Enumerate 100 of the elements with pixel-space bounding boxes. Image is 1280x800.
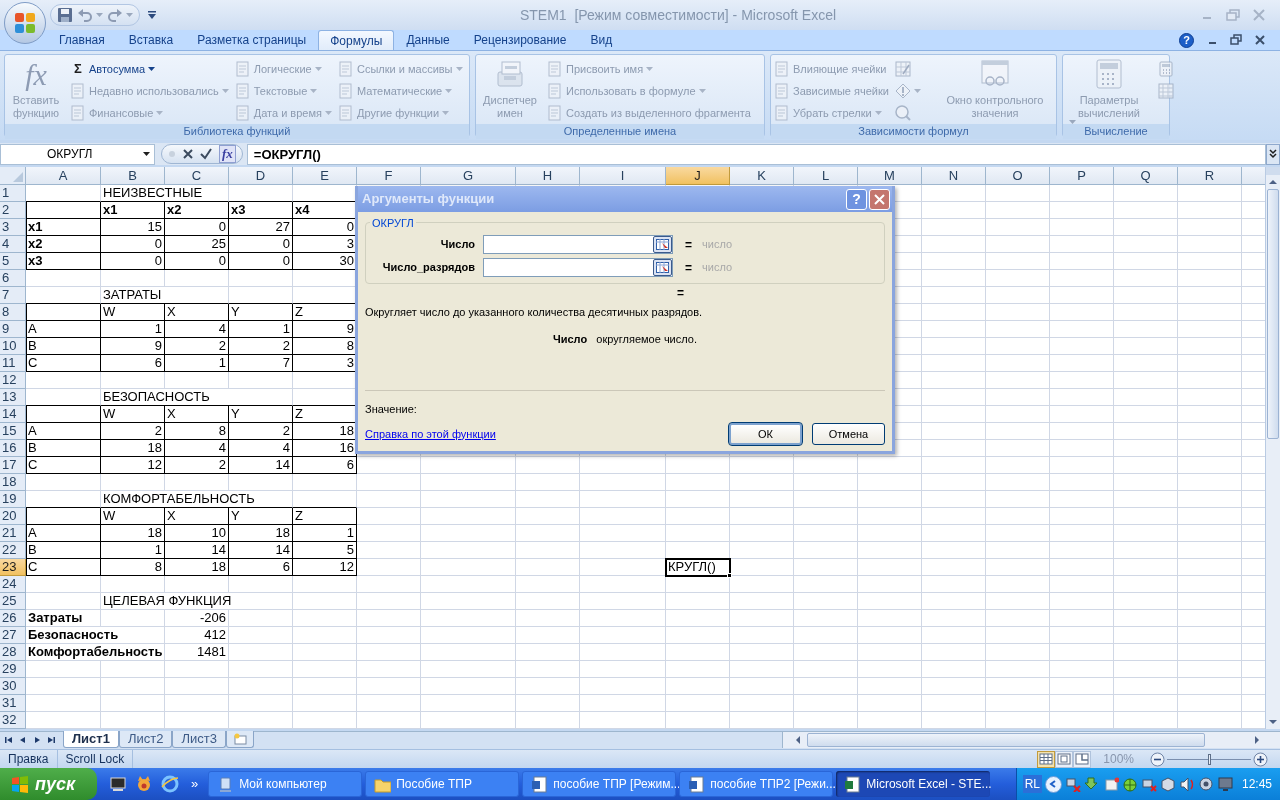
ribbon-tab[interactable]: Рецензирование (461, 30, 579, 50)
column-header[interactable]: G (421, 167, 516, 185)
row-header[interactable]: 4 (0, 236, 26, 253)
speaker-icon[interactable] (1178, 776, 1195, 792)
ribbon-tab[interactable]: Разметка страницы (185, 30, 319, 50)
enter-icon[interactable] (200, 148, 212, 160)
scroll-thumb[interactable] (1267, 189, 1279, 439)
globe-e-icon[interactable] (161, 775, 179, 793)
name-box[interactable]: ОКРУГЛ (0, 143, 155, 165)
column-header[interactable]: H (516, 167, 580, 185)
restore-icon[interactable] (1230, 34, 1242, 46)
ribbon-button[interactable]: Σ Автосумма (70, 58, 229, 80)
column-header[interactable]: Q (1114, 167, 1178, 185)
row-header[interactable]: 30 (0, 678, 26, 695)
row-header[interactable]: 16 (0, 440, 26, 457)
sheet-tab[interactable]: Лист3 (172, 731, 226, 748)
network-icon[interactable] (1140, 776, 1157, 792)
row-header[interactable]: 11 (0, 355, 26, 372)
column-header[interactable]: N (922, 167, 986, 185)
row-header[interactable]: 18 (0, 474, 26, 491)
column-header[interactable]: A (26, 167, 101, 185)
language-indicator[interactable]: RL (1022, 775, 1042, 793)
slider-thumb[interactable] (1208, 753, 1211, 765)
insert-function-button[interactable]: fx (219, 145, 236, 163)
network-icon[interactable] (1064, 776, 1081, 792)
close-icon[interactable] (1254, 34, 1266, 46)
cube-icon[interactable] (1159, 776, 1176, 792)
column-header[interactable]: I (580, 167, 666, 185)
vertical-scrollbar[interactable] (1265, 167, 1280, 729)
view-button[interactable] (1037, 750, 1056, 768)
row-header[interactable]: 5 (0, 253, 26, 270)
column-header[interactable]: K (730, 167, 794, 185)
show-hidden-icons-button[interactable] (1044, 775, 1062, 793)
card-icon[interactable] (1102, 776, 1119, 792)
row-header[interactable]: 19 (0, 491, 26, 508)
ribbon-tab[interactable]: Вид (578, 30, 625, 50)
column-header[interactable]: E (293, 167, 357, 185)
desktop-icon[interactable] (109, 775, 127, 793)
expand-button[interactable] (1266, 143, 1280, 165)
column-header[interactable]: F (357, 167, 421, 185)
column-header[interactable]: M (858, 167, 922, 185)
redo-button[interactable] (107, 7, 133, 23)
fill-handle[interactable] (727, 573, 732, 578)
ribbon-tab[interactable]: Данные (394, 30, 462, 50)
taskbar-button[interactable]: Мой компьютер (208, 771, 363, 797)
column-header[interactable]: J (666, 167, 730, 185)
collapse-dialog-button[interactable] (653, 259, 672, 276)
close-button[interactable] (869, 188, 890, 210)
active-cell[interactable]: КРУГЛ() (666, 559, 730, 576)
column-header[interactable]: R (1178, 167, 1242, 185)
download-icon[interactable] (1083, 776, 1100, 792)
undo-button[interactable] (77, 7, 103, 23)
taskbar-button[interactable]: пособие ТПР2 [Режи... (679, 771, 834, 797)
collapse-dialog-button[interactable] (653, 236, 672, 253)
help-link[interactable]: Справка по этой функции (365, 425, 496, 443)
column-header[interactable]: O (986, 167, 1050, 185)
insert-sheet-button[interactable] (225, 731, 254, 748)
overflow-chevron[interactable]: » (191, 774, 199, 794)
row-header[interactable]: 9 (0, 321, 26, 338)
save-icon[interactable] (57, 7, 73, 23)
row-header[interactable]: 10 (0, 338, 26, 355)
row-header[interactable]: 2 (0, 202, 26, 219)
row-header[interactable]: 27 (0, 627, 26, 644)
column-header[interactable]: L (794, 167, 858, 185)
column-header[interactable]: C (165, 167, 229, 185)
ribbon-tab[interactable]: Вставка (116, 30, 186, 50)
last-sheet-icon[interactable] (45, 734, 57, 746)
view-button[interactable] (1073, 750, 1092, 768)
row-header[interactable]: 28 (0, 644, 26, 661)
taskbar-button[interactable]: Microsoft Excel - STE... (836, 771, 991, 797)
ribbon-tab[interactable]: Формулы (318, 30, 395, 50)
formula-input[interactable]: =ОКРУГЛ() (246, 143, 1266, 165)
help-button[interactable]: ? (1179, 32, 1194, 48)
column-header[interactable]: P (1050, 167, 1114, 185)
view-button[interactable] (1055, 750, 1074, 768)
row-header[interactable]: 32 (0, 712, 26, 729)
zoom-slider[interactable] (1167, 751, 1251, 767)
row-header[interactable]: 20 (0, 508, 26, 525)
taskbar-button[interactable]: Пособие ТПР (365, 771, 520, 797)
column-header[interactable]: B (101, 167, 165, 185)
sheet-tab[interactable]: Лист2 (118, 731, 173, 748)
bug-icon[interactable] (1121, 776, 1138, 792)
taskbar-button[interactable]: пособие ТПР [Режим... (522, 771, 677, 797)
row-header[interactable]: 31 (0, 695, 26, 712)
row-header[interactable]: 12 (0, 372, 26, 389)
row-header[interactable]: 22 (0, 542, 26, 559)
row-header[interactable]: 6 (0, 270, 26, 287)
cat-face-icon[interactable] (135, 775, 153, 793)
column-header[interactable]: D (229, 167, 293, 185)
monitor-icon[interactable] (1216, 776, 1233, 792)
start-button[interactable]: пуск (0, 768, 97, 800)
row-header[interactable]: 3 (0, 219, 26, 236)
row-header[interactable]: 21 (0, 525, 26, 542)
sheet-tab[interactable]: Лист1 (63, 731, 119, 748)
row-header[interactable]: 29 (0, 661, 26, 678)
ribbon-tab[interactable]: Главная (47, 30, 117, 50)
row-header[interactable]: 24 (0, 576, 26, 593)
first-sheet-icon[interactable] (3, 734, 15, 746)
row-header[interactable]: 13 (0, 389, 26, 406)
row-header[interactable]: 1 (0, 185, 26, 202)
